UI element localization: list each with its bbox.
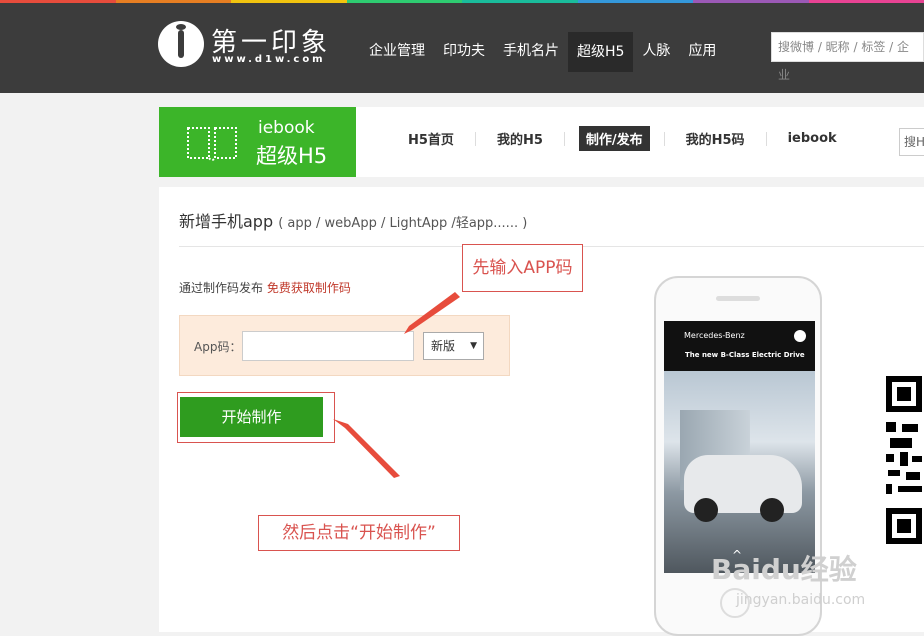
preview-car-wheel bbox=[760, 498, 784, 522]
baidu-watermark-url: jingyan.baidu.com bbox=[736, 592, 865, 608]
phone-speaker bbox=[716, 296, 760, 301]
preview-tagline: The new B-Class Electric Drive bbox=[685, 351, 805, 359]
baidu-watermark: Baidu经验 bbox=[711, 548, 857, 588]
sound-icon[interactable] bbox=[794, 330, 806, 342]
annotation-arrow-1 bbox=[404, 292, 460, 334]
annotation-arrow-2 bbox=[333, 419, 400, 478]
qr-code-icon bbox=[884, 372, 924, 552]
preview-brand: Mercedes-Benz bbox=[684, 331, 745, 340]
preview-car-wheel bbox=[694, 498, 718, 522]
